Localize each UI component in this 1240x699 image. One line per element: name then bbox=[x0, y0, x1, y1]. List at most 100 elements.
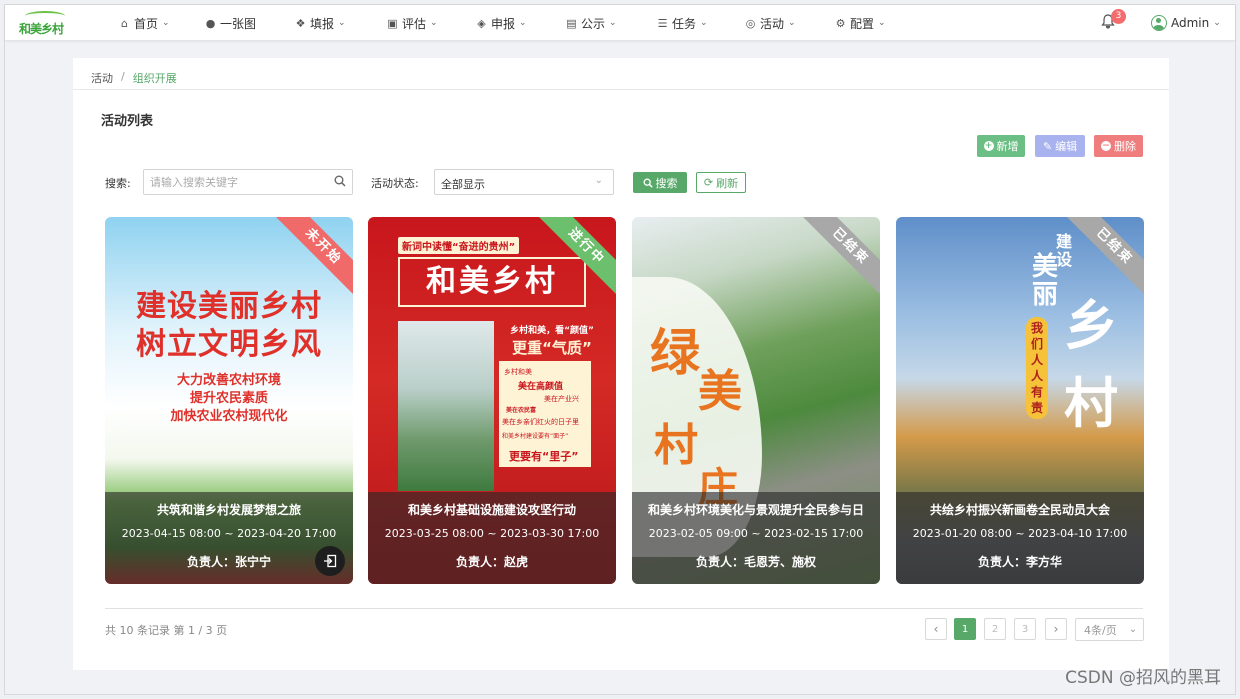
activity-card[interactable]: 绿 美 村 庄 已结束 和美乡村环境美化与景观提升全民参与日 2023-02-0… bbox=[632, 217, 880, 584]
nav-label: 填报 bbox=[310, 16, 335, 31]
nav-config[interactable]: ⚙ 配置 ⌄ bbox=[835, 5, 886, 41]
nav-task[interactable]: ☰ 任务 ⌄ bbox=[657, 5, 708, 41]
refresh-button-label: 刷新 bbox=[716, 176, 739, 190]
nav-home[interactable]: ⌂ 首页 ⌄ bbox=[119, 5, 170, 41]
poster-text: 更要有“里子” bbox=[509, 450, 579, 463]
home-icon: ⌂ bbox=[121, 16, 128, 30]
prev-page-button[interactable]: ‹ bbox=[925, 618, 947, 640]
card-title: 共筑和谐乡村发展梦想之旅 bbox=[156, 503, 301, 517]
poster-text: 美在产业兴 bbox=[544, 395, 579, 403]
layers-icon: ◈ bbox=[477, 16, 486, 30]
cubes-icon: ❖ bbox=[295, 16, 306, 30]
add-button[interactable]: + 新增 bbox=[977, 135, 1025, 157]
poster-headline: 树立文明乡风 bbox=[136, 327, 322, 362]
delete-button[interactable]: − 删除 bbox=[1094, 135, 1143, 157]
main-panel: 活动 / 组织开展 活动列表 + 新增 ✎ 编辑 − 删除 搜索: 活动状态: … bbox=[73, 58, 1169, 670]
nav-assess[interactable]: ▣ 评估 ⌄ bbox=[387, 5, 438, 41]
poster-text: 加快农业农村现代化 bbox=[170, 409, 288, 424]
notice-icon: ▤ bbox=[566, 16, 577, 30]
poster-text: 美在农民富 bbox=[506, 407, 537, 414]
activity-card[interactable]: 建设 美丽 乡村 我们人人有责 已结束 共绘乡村振兴新画卷全民动员大会 2023… bbox=[896, 217, 1144, 584]
globe-icon: ● bbox=[205, 16, 216, 30]
poster-photo bbox=[398, 321, 494, 491]
nav-activity[interactable]: ◎ 活动 ⌄ bbox=[745, 5, 796, 41]
chevron-down-icon: ⌄ bbox=[700, 18, 708, 28]
next-page-button[interactable]: › bbox=[1045, 618, 1067, 640]
top-nav: 和美乡村 ⌂ 首页 ⌄ ● 一张图 ❖ 填报 ⌄ ▣ 评估 ⌄ ◈ 申报 ⌄ ▤… bbox=[5, 5, 1235, 41]
search-button[interactable]: 搜索 bbox=[633, 172, 687, 193]
nav-label: 申报 bbox=[491, 16, 516, 31]
page-size-select[interactable]: 4条/页 ⌄ bbox=[1075, 618, 1144, 641]
app-logo[interactable]: 和美乡村 bbox=[19, 11, 71, 36]
assess-icon: ▣ bbox=[387, 16, 398, 30]
chevron-left-icon: ‹ bbox=[933, 622, 939, 636]
poster-headline: 乡村 bbox=[1064, 294, 1118, 435]
page-title: 活动列表 bbox=[101, 114, 154, 129]
task-icon: ☰ bbox=[657, 16, 668, 30]
poster-headline: 村 bbox=[654, 420, 698, 471]
nav-map[interactable]: ● 一张图 bbox=[205, 5, 256, 41]
chevron-down-icon: ⌄ bbox=[788, 18, 796, 28]
user-name: Admin bbox=[1171, 16, 1210, 30]
nav-label: 任务 bbox=[672, 16, 697, 31]
sign-in-icon bbox=[324, 554, 337, 568]
nav-label: 公示 bbox=[581, 16, 606, 31]
card-date: 2023-01-20 08:00 ~ 2023-04-10 17:00 bbox=[912, 527, 1128, 540]
search-field[interactable] bbox=[143, 169, 353, 195]
poster-seal: 我们人人有责 bbox=[1026, 317, 1048, 419]
nav-declare[interactable]: ◈ 申报 ⌄ bbox=[476, 5, 526, 41]
poster-text: 乡村和美，看“颜值” bbox=[510, 326, 594, 336]
record-summary: 共 10 条记录 第 1 / 3 页 bbox=[105, 624, 228, 637]
search-icon[interactable] bbox=[334, 175, 346, 187]
nav-label: 一张图 bbox=[220, 16, 257, 31]
chevron-down-icon: ⌄ bbox=[878, 18, 886, 28]
chevron-down-icon: ⌄ bbox=[1213, 18, 1221, 28]
breadcrumb: 活动 / 组织开展 bbox=[91, 70, 177, 86]
chevron-down-icon: ⌄ bbox=[1128, 624, 1138, 635]
poster-text: 美在高颜值 bbox=[518, 382, 564, 392]
poster-tag: 新词中读懂“奋进的贵州” bbox=[398, 237, 520, 254]
activity-card[interactable]: 建设美丽乡村 树立文明乡风 大力改善农村环境 提升农民素质 加快农业农村现代化 … bbox=[105, 217, 353, 584]
poster-text: 乡村和美 bbox=[504, 368, 532, 376]
poster-headline: 美丽 bbox=[1032, 252, 1059, 310]
chevron-down-icon: ⌄ bbox=[609, 18, 617, 28]
search-label: 搜索: bbox=[105, 177, 131, 190]
poster-text: 和美乡村建设要有“面子” bbox=[502, 433, 569, 440]
page-button[interactable]: 2 bbox=[984, 618, 1006, 640]
logo-text: 和美乡村 bbox=[19, 22, 64, 36]
edit-button[interactable]: ✎ 编辑 bbox=[1035, 135, 1085, 157]
card-title: 和美乡村基础设施建设攻坚行动 bbox=[407, 503, 576, 517]
refresh-button[interactable]: ⟳ 刷新 bbox=[696, 172, 746, 193]
card-owner: 负责人：李方华 bbox=[977, 555, 1062, 569]
card-date: 2023-02-05 09:00 ~ 2023-02-15 17:00 bbox=[648, 527, 864, 540]
status-select[interactable]: 全部显示 ⌄ bbox=[434, 169, 614, 195]
nav-fill-report[interactable]: ❖ 填报 ⌄ bbox=[295, 5, 346, 41]
card-title: 共绘乡村振兴新画卷全民动员大会 bbox=[929, 503, 1110, 517]
avatar bbox=[1151, 15, 1167, 31]
chevron-down-icon: ⌄ bbox=[162, 18, 170, 28]
nav-label: 评估 bbox=[402, 16, 427, 31]
poster-text: 大力改善农村环境 bbox=[176, 373, 281, 388]
watermark: CSDN @招风的黑耳 bbox=[1065, 668, 1221, 688]
activity-card[interactable]: 新词中读懂“奋进的贵州” 和美乡村 乡村和美，看“颜值” 更重“气质” 乡村和美… bbox=[368, 217, 616, 584]
breadcrumb-root[interactable]: 活动 bbox=[91, 70, 113, 86]
poster-text: 提升农民素质 bbox=[189, 391, 268, 406]
edit-label: 编辑 bbox=[1055, 140, 1078, 153]
minus-icon: − bbox=[1101, 141, 1111, 151]
page-button[interactable]: 3 bbox=[1014, 618, 1036, 640]
notification-badge: 3 bbox=[1111, 9, 1126, 24]
nav-notice[interactable]: ▤ 公示 ⌄ bbox=[566, 5, 617, 41]
breadcrumb-separator: / bbox=[121, 70, 125, 83]
search-input[interactable] bbox=[144, 170, 324, 194]
enter-button[interactable] bbox=[315, 546, 345, 576]
add-label: 新增 bbox=[996, 140, 1019, 153]
user-menu[interactable]: Admin ⌄ bbox=[1151, 5, 1221, 41]
page-button[interactable]: 1 bbox=[954, 618, 976, 640]
poster-text: 美在乡亲们红火的日子里 bbox=[502, 418, 579, 426]
chevron-down-icon: ⌄ bbox=[430, 18, 438, 28]
app-window: 和美乡村 ⌂ 首页 ⌄ ● 一张图 ❖ 填报 ⌄ ▣ 评估 ⌄ ◈ 申报 ⌄ ▤… bbox=[4, 4, 1236, 695]
poster-headline: 和美乡村 bbox=[398, 257, 586, 307]
refresh-icon: ⟳ bbox=[703, 176, 714, 189]
divider bbox=[105, 608, 1143, 609]
nav-label: 首页 bbox=[134, 16, 159, 31]
